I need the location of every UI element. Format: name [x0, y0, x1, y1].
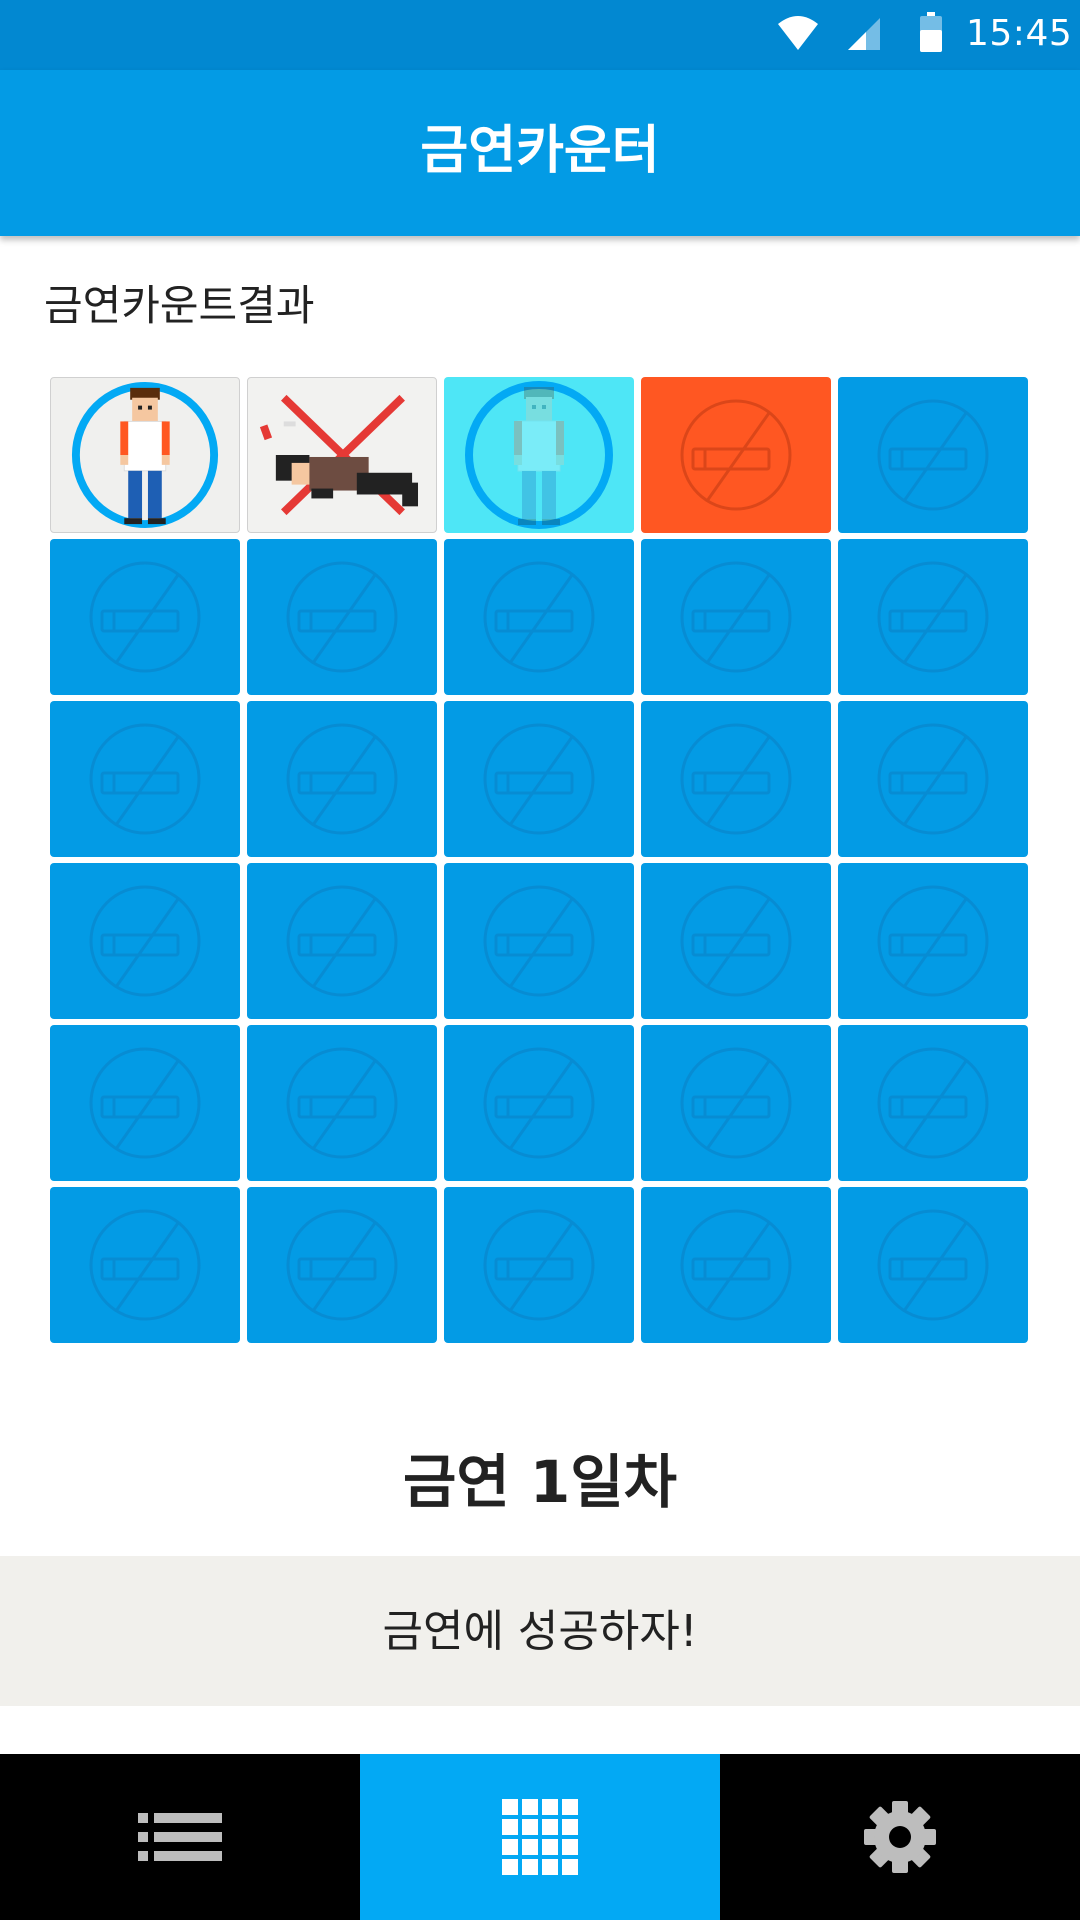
no-smoking-icon — [877, 1209, 989, 1321]
no-smoking-icon — [680, 723, 792, 835]
no-smoking-icon — [483, 723, 595, 835]
day-cell[interactable] — [641, 1187, 831, 1343]
day-cell[interactable] — [444, 863, 634, 1019]
day-cell[interactable] — [838, 1187, 1028, 1343]
nav-grid-button[interactable] — [360, 1754, 720, 1920]
no-smoking-icon — [877, 399, 989, 511]
person-icon — [71, 381, 219, 529]
no-smoking-icon — [877, 723, 989, 835]
no-smoking-icon — [877, 885, 989, 997]
no-smoking-icon — [680, 561, 792, 673]
day-cell[interactable] — [50, 701, 240, 857]
battery-icon — [920, 12, 942, 52]
no-smoking-icon — [877, 1047, 989, 1159]
grid-icon — [502, 1799, 578, 1875]
day-cell[interactable] — [444, 701, 634, 857]
no-smoking-icon — [89, 1209, 201, 1321]
no-smoking-icon — [286, 885, 398, 997]
no-smoking-icon — [89, 723, 201, 835]
day-cell-today[interactable] — [444, 377, 634, 533]
day-cell[interactable] — [444, 1187, 634, 1343]
day-cell[interactable] — [50, 539, 240, 695]
list-icon — [138, 1813, 222, 1861]
day-cell[interactable] — [641, 1025, 831, 1181]
day-counter: 금연 1일차 — [403, 1448, 677, 1516]
no-smoking-icon — [89, 561, 201, 673]
day-cell[interactable] — [247, 1187, 437, 1343]
no-smoking-icon — [680, 1047, 792, 1159]
day-cell[interactable] — [838, 863, 1028, 1019]
no-smoking-icon — [483, 885, 595, 997]
day-cell[interactable] — [838, 377, 1028, 533]
no-smoking-icon — [286, 1209, 398, 1321]
no-smoking-icon — [286, 1047, 398, 1159]
motto-text: 금연에 성공하자! — [382, 1606, 698, 1657]
gear-icon — [864, 1801, 936, 1873]
day-cell[interactable] — [247, 863, 437, 1019]
nav-settings-button[interactable] — [720, 1754, 1080, 1920]
no-smoking-icon — [877, 561, 989, 673]
day-cell[interactable] — [247, 1025, 437, 1181]
day-cell-success[interactable] — [50, 377, 240, 533]
status-bar: 15:45 — [0, 0, 1080, 70]
day-cell[interactable] — [50, 1187, 240, 1343]
day-cell-next[interactable] — [641, 377, 831, 533]
day-cell[interactable] — [838, 1025, 1028, 1181]
no-smoking-icon — [483, 1209, 595, 1321]
day-cell[interactable] — [247, 539, 437, 695]
motto-banner: 금연에 성공하자! — [0, 1556, 1080, 1706]
person-icon — [465, 381, 613, 529]
fallen-smoker-icon — [259, 394, 419, 516]
day-cell[interactable] — [50, 863, 240, 1019]
no-smoking-icon — [483, 1047, 595, 1159]
no-smoking-icon — [89, 885, 201, 997]
no-smoking-icon — [680, 399, 792, 511]
day-cell[interactable] — [838, 701, 1028, 857]
no-smoking-icon — [680, 1209, 792, 1321]
day-cell[interactable] — [50, 1025, 240, 1181]
app-bar: 금연카운터 — [0, 70, 1080, 236]
no-smoking-icon — [286, 561, 398, 673]
bottom-navigation — [0, 1754, 1080, 1920]
day-grid — [50, 377, 1028, 1343]
section-title: 금연카운트결과 — [44, 281, 315, 330]
day-cell[interactable] — [641, 863, 831, 1019]
nav-list-button[interactable] — [0, 1754, 360, 1920]
no-smoking-icon — [483, 561, 595, 673]
day-cell[interactable] — [444, 539, 634, 695]
day-cell[interactable] — [641, 701, 831, 857]
day-cell[interactable] — [247, 701, 437, 857]
no-smoking-icon — [680, 885, 792, 997]
status-time: 15:45 — [966, 13, 1073, 54]
day-cell[interactable] — [838, 539, 1028, 695]
day-cell[interactable] — [444, 1025, 634, 1181]
app-title: 금연카운터 — [420, 121, 660, 181]
signal-icon — [848, 18, 880, 50]
no-smoking-icon — [286, 723, 398, 835]
no-smoking-icon — [89, 1047, 201, 1159]
wifi-icon — [778, 16, 818, 50]
day-cell-fail[interactable] — [247, 377, 437, 533]
day-cell[interactable] — [641, 539, 831, 695]
